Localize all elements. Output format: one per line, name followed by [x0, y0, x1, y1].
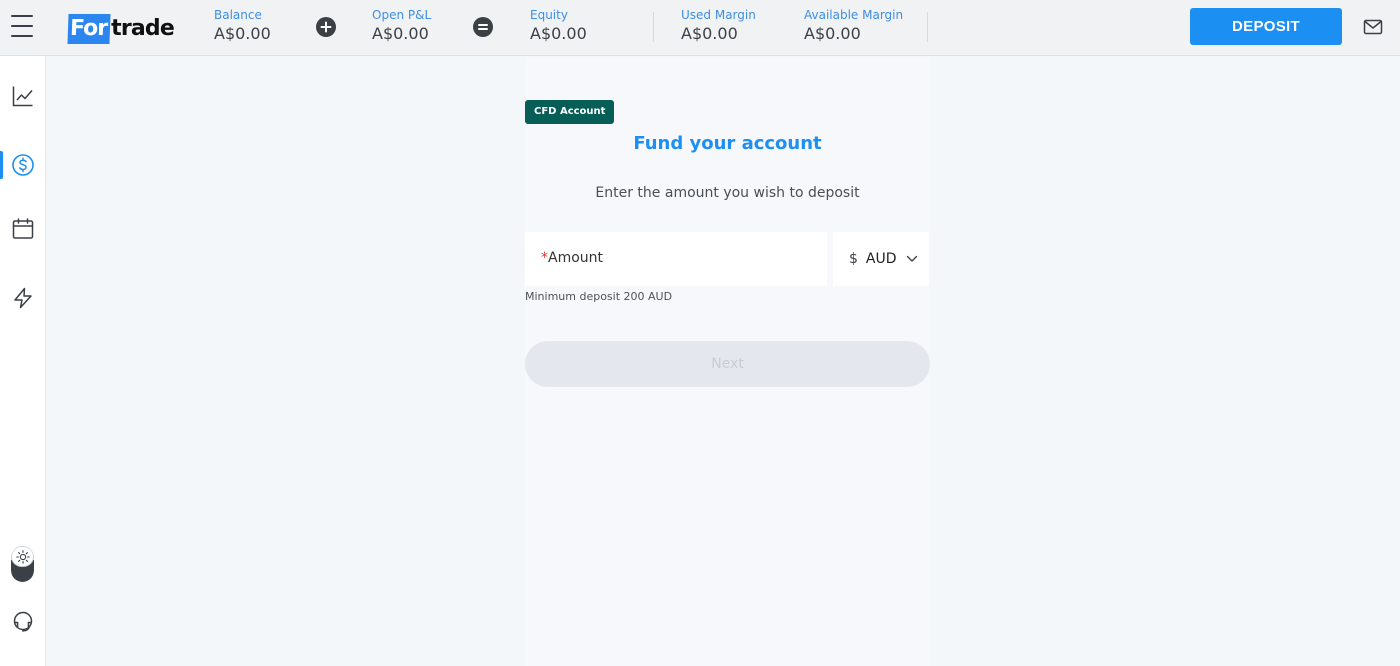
amount-input[interactable]: *Amount: [525, 232, 827, 286]
open-pnl-label: Open P&L: [372, 8, 432, 22]
chart-line-icon: [12, 86, 33, 107]
sidebar-item-support[interactable]: [0, 604, 46, 640]
logo-highlight: For: [67, 14, 111, 44]
amount-label-text: Amount: [548, 250, 604, 266]
divider: [653, 12, 654, 42]
sidebar-item-signals[interactable]: [0, 280, 46, 316]
amount-label: *Amount: [541, 249, 603, 267]
currency-select[interactable]: $ AUD: [833, 232, 929, 286]
page-subtitle: Enter the amount you wish to deposit: [595, 185, 860, 201]
sidebar-item-funding[interactable]: [0, 147, 46, 183]
next-button[interactable]: Next: [525, 341, 930, 387]
used-margin-label: Used Margin: [681, 8, 756, 22]
logo-text: trade: [111, 16, 175, 41]
currency-symbol: $: [849, 251, 858, 267]
chevron-down-icon: [906, 255, 917, 262]
menu-icon[interactable]: [11, 15, 35, 39]
page-title: Fund your account: [633, 133, 822, 154]
available-margin-metric: Available Margin A$0.00: [804, 8, 903, 45]
balance-value: A$0.00: [214, 24, 271, 43]
fortrade-logo[interactable]: For trade: [67, 13, 175, 45]
mail-icon[interactable]: [1362, 17, 1384, 37]
currency-code: AUD: [865, 251, 897, 267]
sidebar-item-charts[interactable]: [0, 78, 46, 114]
available-margin-label: Available Margin: [804, 8, 904, 22]
headset-icon: [13, 611, 33, 632]
required-mark: *: [541, 250, 548, 266]
equity-label: Equity: [530, 8, 568, 22]
deposit-button[interactable]: DEPOSIT: [1190, 8, 1342, 45]
account-type-badge: CFD Account: [525, 100, 615, 124]
available-margin-value: A$0.00: [804, 24, 861, 43]
light-mode-knob: [11, 546, 34, 567]
equity-metric: Equity A$0.00: [530, 8, 587, 45]
minimum-deposit-note: Minimum deposit 200 AUD: [525, 290, 673, 303]
lightning-icon: [14, 287, 32, 309]
balance-label: Balance: [214, 8, 262, 22]
top-bar: For trade Balance A$0.00 Open P&L A$0.00 …: [0, 0, 1400, 56]
balance-metric: Balance A$0.00: [214, 8, 271, 45]
open-pnl-value: A$0.00: [372, 24, 429, 43]
open-pnl-metric: Open P&L A$0.00: [372, 8, 431, 45]
sidebar-item-calendar[interactable]: [0, 211, 46, 247]
plus-circle-icon: [316, 17, 336, 37]
used-margin-metric: Used Margin A$0.00: [681, 8, 756, 45]
calendar-icon: [12, 218, 34, 239]
equity-value: A$0.00: [530, 24, 587, 43]
theme-toggle[interactable]: [11, 546, 34, 582]
equals-circle-icon: [473, 17, 493, 37]
sidebar: [0, 56, 46, 666]
sun-icon: [15, 549, 30, 564]
dollar-circle-icon: [12, 154, 34, 176]
used-margin-value: A$0.00: [681, 24, 738, 43]
divider: [927, 12, 928, 42]
